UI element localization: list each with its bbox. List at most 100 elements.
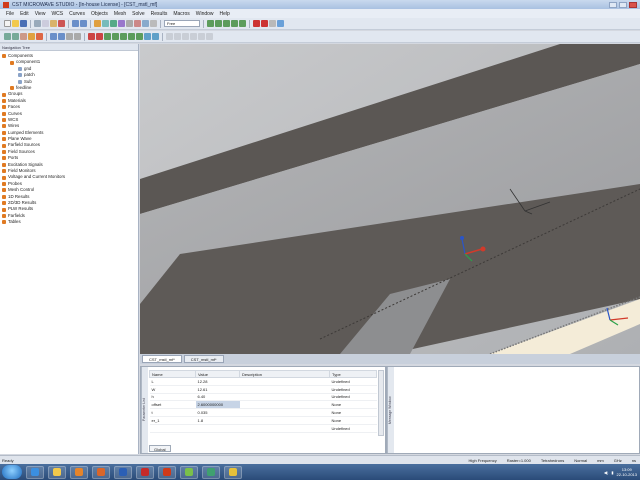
menu-view[interactable]: View xyxy=(35,11,46,17)
boolean-icon[interactable] xyxy=(253,20,260,27)
solver-icon[interactable] xyxy=(104,33,111,40)
plot-icon[interactable] xyxy=(152,33,159,40)
view-mode-select[interactable]: Free xyxy=(164,20,200,27)
taskbar-network-icon[interactable] xyxy=(202,465,220,479)
view-bottom-icon[interactable] xyxy=(206,33,213,40)
menu-help[interactable]: Help xyxy=(220,11,230,17)
mesh-icon[interactable] xyxy=(66,33,73,40)
parameter-list-scrollbar[interactable] xyxy=(378,370,384,436)
boundary-icon[interactable] xyxy=(28,33,35,40)
cut-icon[interactable] xyxy=(34,20,41,27)
menu-file[interactable]: File xyxy=(6,11,14,17)
maximize-button[interactable] xyxy=(619,1,627,8)
delete-icon[interactable] xyxy=(58,20,65,27)
taskbar-media-icon[interactable] xyxy=(70,465,88,479)
frequency-icon[interactable] xyxy=(50,33,57,40)
menu-results[interactable]: Results xyxy=(151,11,168,17)
menu-edit[interactable]: Edit xyxy=(20,11,29,17)
align-icon[interactable] xyxy=(269,20,276,27)
save-icon[interactable] xyxy=(20,20,27,27)
taskbar-cst-icon[interactable] xyxy=(158,465,176,479)
copy-icon[interactable] xyxy=(42,20,49,27)
column-type[interactable]: Type xyxy=(329,370,377,378)
reset-view-icon[interactable] xyxy=(118,20,125,27)
start-button[interactable] xyxy=(2,465,22,479)
toolbar-main: Free xyxy=(0,18,640,30)
sphere-icon[interactable] xyxy=(215,20,222,27)
view-top-icon[interactable] xyxy=(198,33,205,40)
optimizer-icon[interactable] xyxy=(112,33,119,40)
taskbar-acrobat-icon[interactable] xyxy=(136,465,154,479)
view-front-icon[interactable] xyxy=(166,33,173,40)
menu-solve[interactable]: Solve xyxy=(132,11,145,17)
grid-icon[interactable] xyxy=(150,20,157,27)
view-right-icon[interactable] xyxy=(190,33,197,40)
3d-viewport[interactable] xyxy=(140,44,640,354)
table-row[interactable]: er_1 1.8 None xyxy=(149,416,377,425)
tree-item-tables[interactable]: Tables xyxy=(2,219,138,225)
settings-icon[interactable] xyxy=(4,33,11,40)
redo-icon[interactable] xyxy=(80,20,87,27)
table-row-selected[interactable]: offset 2.6000000000 None xyxy=(149,400,377,410)
menu-wcs[interactable]: WCS xyxy=(51,11,63,17)
menu-window[interactable]: Window xyxy=(196,11,214,17)
undo-icon[interactable] xyxy=(72,20,79,27)
port-icon[interactable] xyxy=(58,33,65,40)
taskbar-ie-icon[interactable] xyxy=(26,465,44,479)
taskbar-app-icon[interactable] xyxy=(180,465,198,479)
farfield-icon[interactable] xyxy=(144,33,151,40)
column-name[interactable]: Name xyxy=(149,370,196,378)
open-folder-icon[interactable] xyxy=(12,20,19,27)
taskbar-explorer-icon[interactable] xyxy=(48,465,66,479)
close-button[interactable] xyxy=(629,1,637,8)
wcs-icon[interactable] xyxy=(142,20,149,27)
new-file-icon[interactable] xyxy=(4,20,11,27)
clock[interactable]: 13:09 22-10-2013 xyxy=(617,467,637,477)
cone-icon[interactable] xyxy=(231,20,238,27)
mesh-view-icon[interactable] xyxy=(74,33,81,40)
tab-3d-view[interactable]: CST_mstl_mf* xyxy=(142,355,182,363)
units-icon[interactable] xyxy=(12,33,19,40)
paste-icon[interactable] xyxy=(50,20,57,27)
transform-icon[interactable] xyxy=(261,20,268,27)
tab-schematic[interactable]: CST_mstl_mf* xyxy=(183,355,224,363)
background-icon[interactable] xyxy=(20,33,27,40)
table-row[interactable]: h 6.40 Undefined xyxy=(149,393,377,402)
monitor-icon[interactable] xyxy=(88,33,95,40)
pan-icon[interactable] xyxy=(102,20,109,27)
table-row[interactable]: Undefined xyxy=(149,424,377,433)
template-icon[interactable] xyxy=(128,33,135,40)
column-description[interactable]: Description xyxy=(239,370,330,378)
table-row[interactable]: W 12.61 Undefined xyxy=(149,385,377,394)
status-raster: Raster=1.000 xyxy=(506,457,531,463)
rotate-icon[interactable] xyxy=(110,20,117,27)
cylinder-icon[interactable] xyxy=(223,20,230,27)
brick-icon[interactable] xyxy=(207,20,214,27)
column-value[interactable]: Value xyxy=(195,370,240,378)
minimize-button[interactable] xyxy=(609,1,617,8)
taskbar-firefox-icon[interactable] xyxy=(92,465,110,479)
table-row[interactable]: t 0.035 None xyxy=(149,408,377,417)
menu-curves[interactable]: Curves xyxy=(69,11,85,17)
volume-icon[interactable]: ◀) xyxy=(604,470,608,475)
probe-icon[interactable] xyxy=(96,33,103,40)
title-bar[interactable]: CST MICROWAVE STUDIO - [In-house License… xyxy=(0,0,640,9)
taskbar-paint-icon[interactable] xyxy=(224,465,242,479)
table-row[interactable]: L 12.28 Undefined xyxy=(149,377,377,386)
menu-mesh[interactable]: Mesh xyxy=(114,11,126,17)
result-icon[interactable] xyxy=(136,33,143,40)
pick-icon[interactable] xyxy=(134,20,141,27)
start-solver-icon[interactable] xyxy=(277,20,284,27)
view-left-icon[interactable] xyxy=(182,33,189,40)
view-back-icon[interactable] xyxy=(174,33,181,40)
menu-macros[interactable]: Macros xyxy=(173,11,189,17)
zoom-icon[interactable] xyxy=(94,20,101,27)
menu-objects[interactable]: Objects xyxy=(91,11,108,17)
torus-icon[interactable] xyxy=(239,20,246,27)
fit-view-icon[interactable] xyxy=(126,20,133,27)
network-icon[interactable]: ▮ xyxy=(611,470,613,475)
symmetry-icon[interactable] xyxy=(36,33,43,40)
taskbar-word-icon[interactable] xyxy=(114,465,132,479)
parameter-sweep-icon[interactable] xyxy=(120,33,127,40)
tab-global[interactable]: Global xyxy=(149,445,171,452)
